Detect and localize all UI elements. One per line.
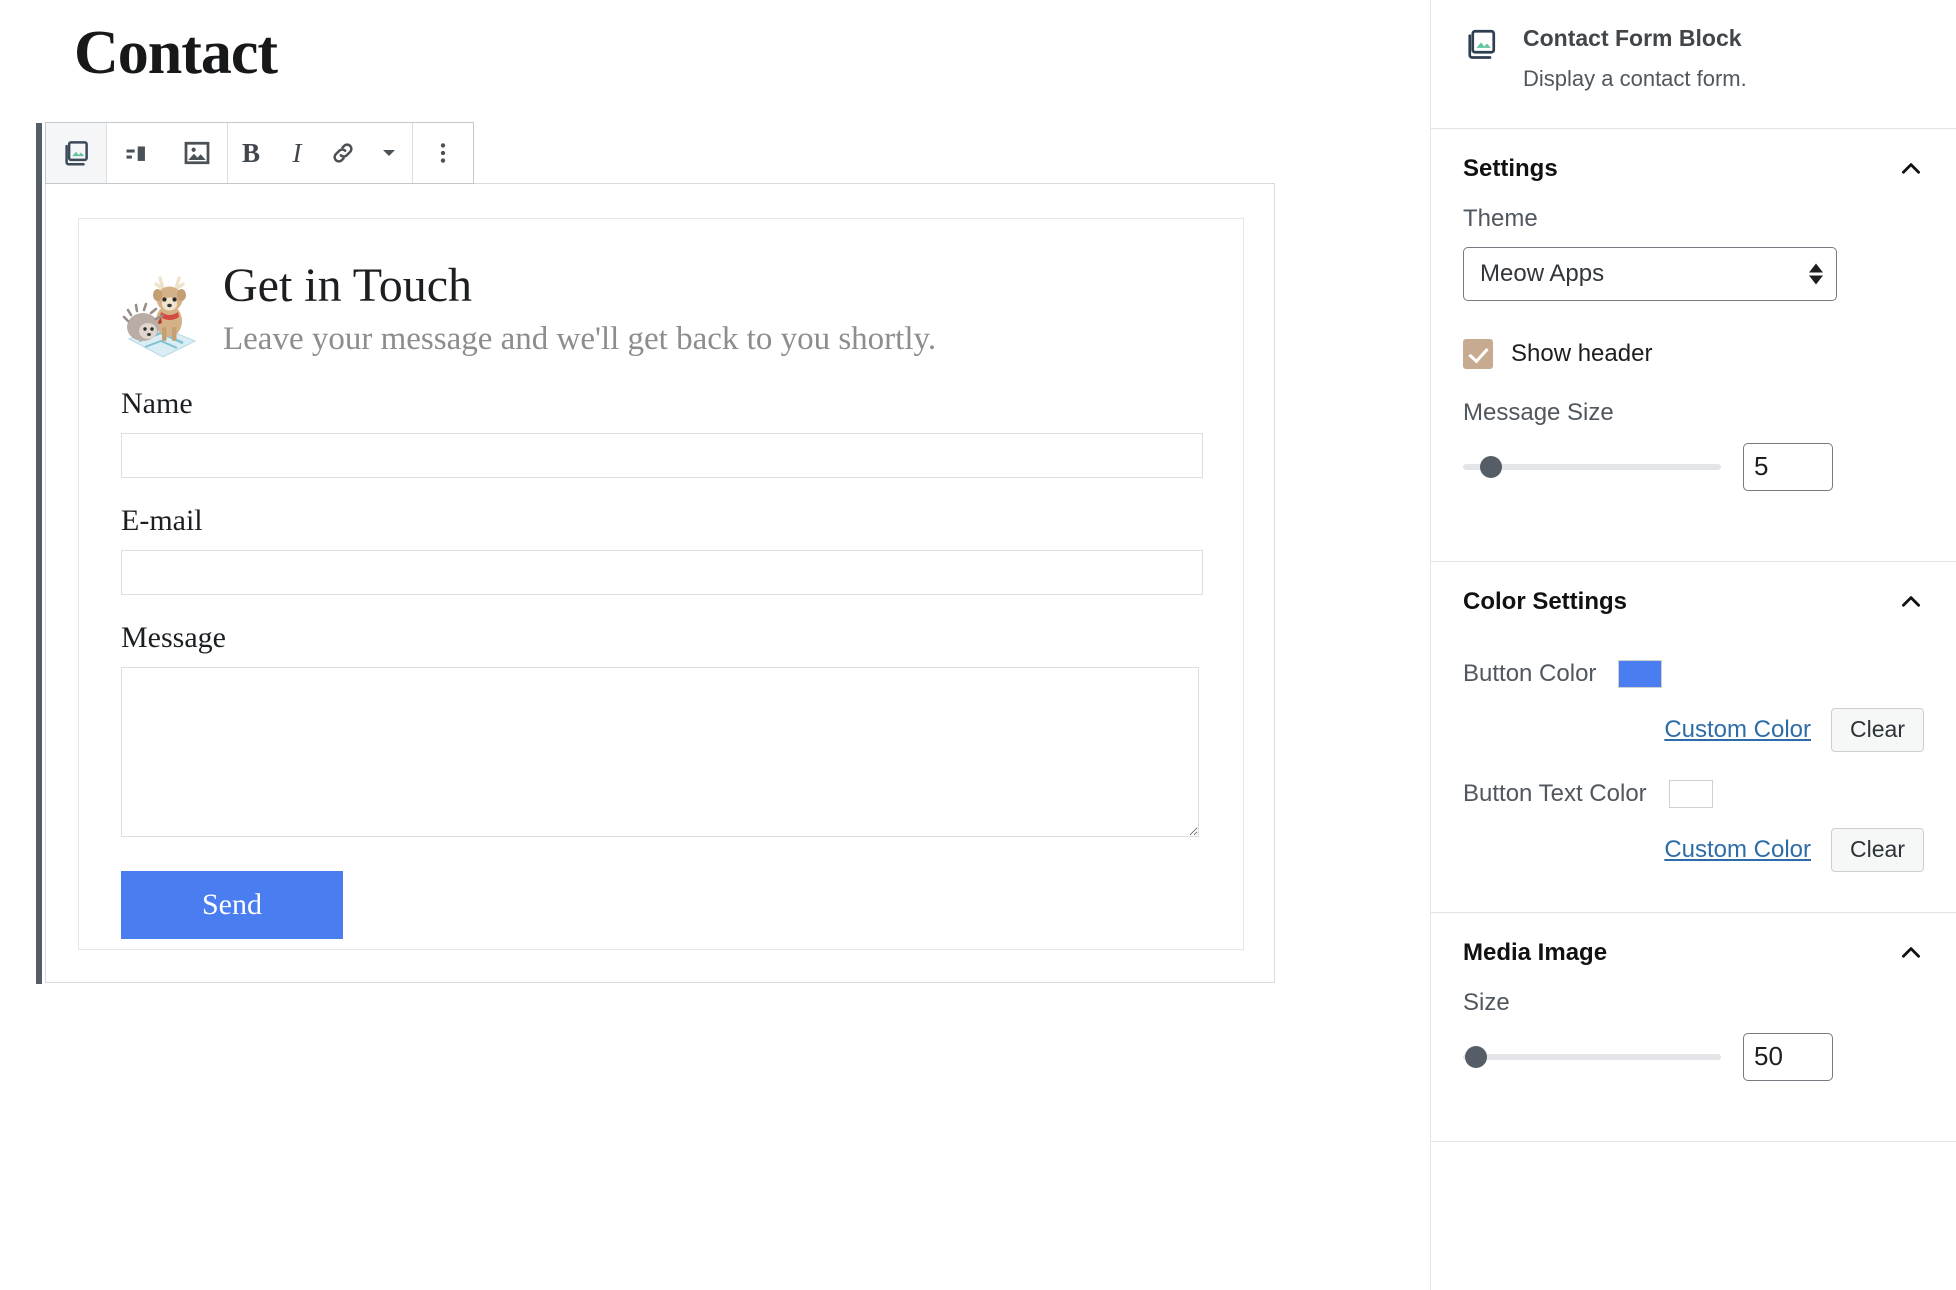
panel-media-image-title: Media Image [1463, 938, 1608, 966]
form-header: Get in Touch Leave your message and we'l… [121, 259, 1201, 361]
toolbar-group-media [107, 123, 228, 183]
align-left-icon [123, 139, 151, 167]
media-size-slider-row [1463, 1032, 1924, 1081]
name-input[interactable] [121, 433, 1203, 478]
message-size-slider-thumb[interactable] [1480, 455, 1503, 478]
button-color-swatch[interactable] [1618, 659, 1663, 688]
image-icon [182, 138, 212, 168]
form-subtitle: Leave your message and we'll get back to… [223, 321, 937, 358]
show-header-label: Show header [1511, 339, 1653, 367]
hedgehog-deer-mascot-icon [121, 265, 201, 361]
message-field-label: Message [121, 621, 226, 654]
ellipsis-vertical-icon [430, 140, 456, 166]
block-card-description: Display a contact form. [1523, 66, 1747, 92]
panel-color-settings-title: Color Settings [1463, 587, 1628, 615]
button-text-color-custom-link[interactable]: Custom Color [1664, 836, 1811, 864]
editor-canvas: Contact B I Get in Touch Leave your mess… [0, 0, 1430, 1290]
send-button[interactable]: Send [121, 871, 343, 939]
panel-settings-title: Settings [1463, 154, 1558, 182]
button-text-color-actions: Custom Color Clear [1463, 827, 1924, 878]
show-header-checkbox[interactable] [1463, 338, 1493, 369]
block-card: Contact Form Block Display a contact for… [1463, 0, 1924, 128]
button-text-color-row: Button Text Color [1463, 779, 1924, 808]
media-size-slider-thumb[interactable] [1464, 1045, 1487, 1068]
block-card-section: Contact Form Block Display a contact for… [1431, 0, 1956, 129]
show-header-checkbox-row[interactable]: Show header [1463, 338, 1924, 369]
message-size-slider[interactable] [1463, 455, 1721, 478]
message-size-number-input[interactable] [1743, 442, 1833, 491]
theme-select-wrap: Meow Apps [1463, 246, 1837, 301]
bold-button[interactable]: B [228, 123, 274, 183]
email-input[interactable] [121, 550, 1203, 595]
more-rich-text-button[interactable] [366, 123, 412, 183]
block-settings-sidebar: Contact Form Block Display a contact for… [1430, 0, 1956, 1290]
chevron-up-icon[interactable] [1898, 589, 1924, 615]
theme-select[interactable]: Meow Apps [1463, 246, 1837, 301]
media-button[interactable] [167, 123, 227, 183]
block-card-title: Contact Form Block [1523, 25, 1742, 51]
selected-block-frame[interactable]: Get in Touch Leave your message and we'l… [36, 123, 1275, 984]
chevron-down-icon [379, 143, 399, 163]
message-textarea[interactable] [121, 667, 1199, 837]
contact-form-block-icon [61, 138, 91, 168]
panel-color-settings: Color Settings Button Color Custom Color… [1431, 562, 1956, 913]
bold-icon: B [241, 137, 260, 168]
form-field-message: Message [121, 621, 1201, 837]
link-button[interactable] [320, 123, 366, 183]
block-toolbar: B I [45, 122, 474, 184]
panel-color-settings-header[interactable]: Color Settings [1463, 562, 1924, 638]
button-text-color-label: Button Text Color [1463, 779, 1647, 807]
contact-form-preview: Get in Touch Leave your message and we'l… [78, 218, 1244, 950]
theme-label: Theme [1463, 204, 1538, 232]
form-field-name: Name [121, 387, 1203, 478]
button-text-color-swatch[interactable] [1668, 779, 1713, 808]
chevron-up-icon[interactable] [1898, 940, 1924, 966]
italic-button[interactable]: I [274, 123, 320, 183]
chevron-up-icon[interactable] [1898, 156, 1924, 182]
toolbar-group-block-type [46, 123, 107, 183]
media-size-field: Size [1463, 989, 1924, 1117]
button-color-row: Button Color [1463, 659, 1924, 688]
message-size-field: Message Size [1463, 399, 1924, 527]
panel-media-image-header[interactable]: Media Image [1463, 913, 1924, 989]
toolbar-group-rich-text: B I [228, 123, 413, 183]
theme-field: Theme Meow Apps [1463, 205, 1924, 307]
block-type-button[interactable] [46, 123, 106, 183]
form-header-text: Get in Touch Leave your message and we'l… [223, 259, 936, 359]
panel-media-image: Media Image Size [1431, 913, 1956, 1142]
align-button[interactable] [107, 123, 167, 183]
button-color-actions: Custom Color Clear [1463, 707, 1924, 758]
contact-form-block-icon [1463, 26, 1499, 62]
button-color-custom-link[interactable]: Custom Color [1664, 716, 1811, 744]
button-color-clear-button[interactable]: Clear [1831, 707, 1924, 752]
button-color-label: Button Color [1463, 659, 1597, 687]
media-size-number-input[interactable] [1743, 1032, 1833, 1081]
media-size-label: Size [1463, 988, 1510, 1016]
italic-icon: I [292, 137, 302, 168]
name-field-label: Name [121, 387, 193, 420]
media-size-slider[interactable] [1463, 1045, 1721, 1068]
toolbar-group-options [413, 123, 473, 183]
form-title: Get in Touch [223, 259, 473, 312]
panel-settings-header[interactable]: Settings [1463, 129, 1924, 205]
email-field-label: E-mail [121, 504, 203, 537]
form-field-email: E-mail [121, 504, 1203, 595]
block-card-text: Contact Form Block Display a contact for… [1523, 22, 1747, 94]
block-options-button[interactable] [413, 123, 473, 183]
page-title[interactable]: Contact [74, 22, 278, 84]
editor-root: Contact B I Get in Touch Leave your mess… [0, 0, 1956, 1290]
link-icon [329, 139, 357, 167]
panel-settings: Settings Theme Meow Apps Show header Mes… [1431, 129, 1956, 562]
message-size-slider-row [1463, 442, 1924, 491]
message-size-label: Message Size [1463, 398, 1614, 426]
button-text-color-clear-button[interactable]: Clear [1831, 827, 1924, 872]
